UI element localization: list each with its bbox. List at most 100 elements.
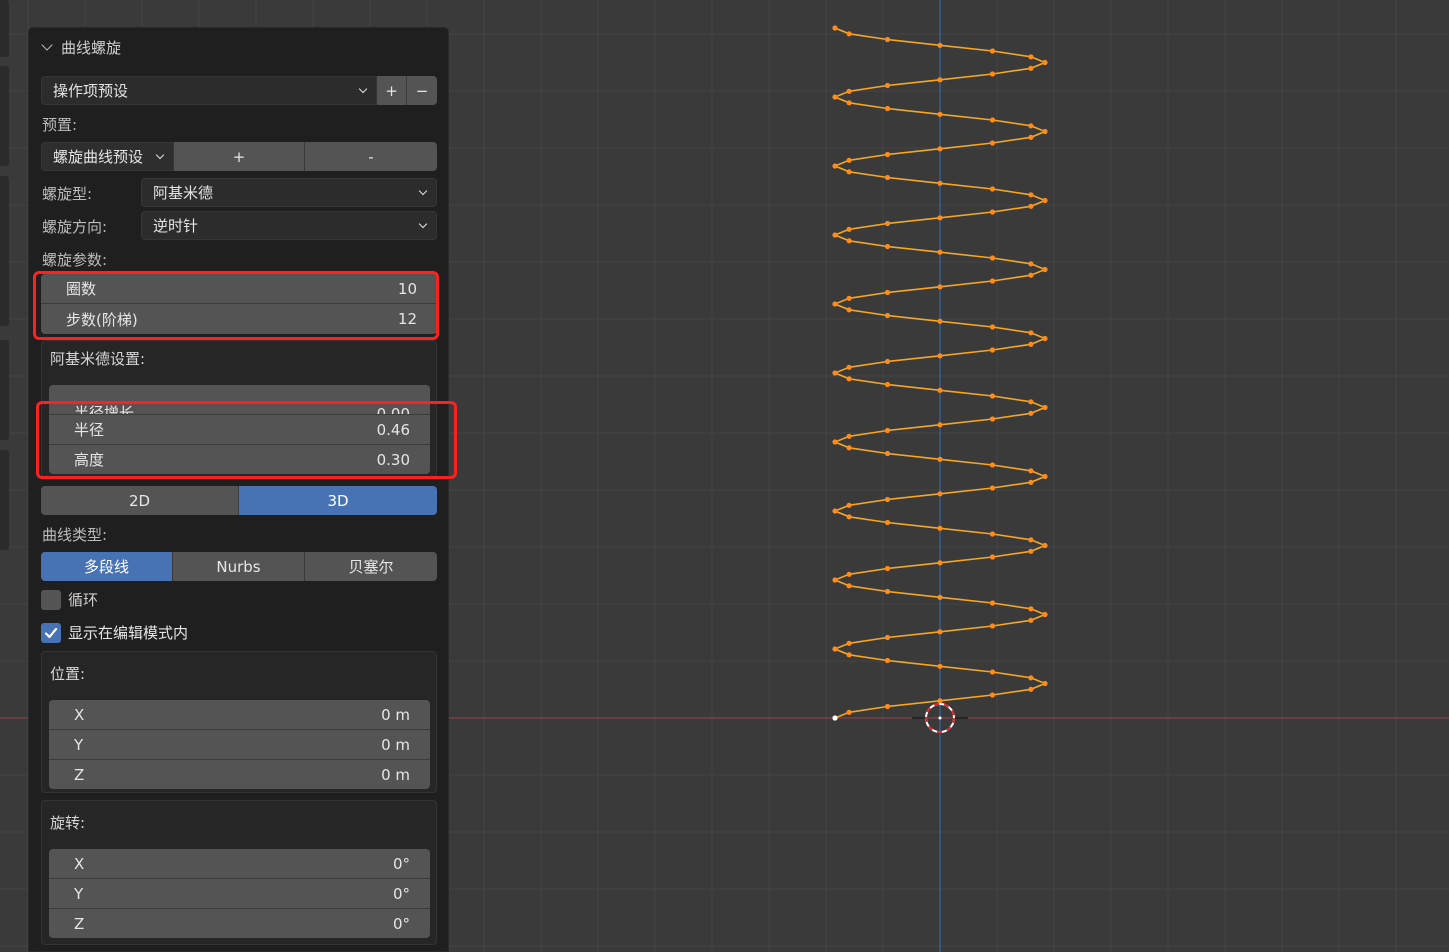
show-editmode-checkbox[interactable] bbox=[41, 622, 61, 643]
curve-vertex bbox=[846, 364, 852, 370]
location-x-field[interactable]: X 0 m bbox=[49, 700, 430, 730]
cyclic-checkbox[interactable] bbox=[41, 589, 61, 610]
curve-vertex bbox=[1042, 542, 1048, 549]
curve-vertex bbox=[884, 82, 891, 89]
curve-vertex bbox=[937, 698, 943, 704]
curve-type-nurbs-button[interactable]: Nurbs bbox=[173, 552, 305, 581]
curve-vertex bbox=[846, 502, 852, 508]
curve-vertex bbox=[989, 255, 996, 261]
toolbar-tab[interactable] bbox=[0, 450, 9, 550]
left-toolbar-edge bbox=[0, 0, 10, 952]
location-x-label: X bbox=[74, 705, 85, 724]
height-field[interactable]: 高度 0.30 bbox=[49, 445, 430, 474]
curve-vertex bbox=[884, 381, 891, 388]
radius-growth-value: 0.00 bbox=[376, 405, 410, 415]
rotation-y-field[interactable]: Y 0° bbox=[49, 879, 430, 909]
curve-vertex bbox=[989, 48, 996, 54]
location-z-field[interactable]: Z 0 m bbox=[49, 760, 430, 789]
curve-vertex bbox=[832, 439, 838, 445]
add-spiral-preset-button[interactable]: + bbox=[174, 142, 305, 171]
curve-vertex bbox=[1042, 59, 1048, 66]
curve-vertex bbox=[884, 151, 891, 158]
chevron-down-icon bbox=[155, 150, 165, 159]
curve-vertex bbox=[937, 491, 943, 497]
remove-spiral-preset-button[interactable]: - bbox=[305, 142, 437, 171]
curve-vertex bbox=[846, 709, 852, 715]
show-editmode-checkbox-row[interactable]: 显示在编辑模式内 bbox=[41, 622, 188, 643]
curve-vertex bbox=[846, 433, 852, 439]
spiral-type-value: 阿基米德 bbox=[153, 184, 214, 202]
curve-vertex bbox=[1028, 410, 1034, 416]
curve-vertex bbox=[937, 249, 943, 255]
rotation-z-field[interactable]: Z 0° bbox=[49, 909, 430, 938]
curve-vertex bbox=[1042, 266, 1048, 273]
location-z-value: 0 m bbox=[381, 765, 410, 784]
turns-field[interactable]: 圈数 10 bbox=[41, 274, 437, 304]
toggle-2d-button[interactable]: 2D bbox=[41, 486, 239, 515]
curve-vertex bbox=[989, 485, 996, 491]
spiral-type-dropdown[interactable]: 阿基米德 bbox=[141, 178, 437, 207]
curve-vertex bbox=[937, 180, 943, 186]
curve-vertex bbox=[846, 100, 852, 106]
toolbar-tab[interactable] bbox=[0, 66, 9, 166]
spiral-preset-dropdown[interactable]: 螺旋曲线预设 bbox=[41, 142, 174, 171]
toggle-3d-button[interactable]: 3D bbox=[239, 486, 437, 515]
preset-label: 预置: bbox=[42, 116, 78, 134]
chevron-down-icon[interactable] bbox=[41, 39, 53, 51]
curve-vertex bbox=[846, 640, 852, 646]
curve-vertex bbox=[884, 36, 891, 43]
curve-vertex bbox=[1042, 611, 1048, 618]
operator-presets-label: 操作项预设 bbox=[53, 82, 129, 100]
add-preset-button[interactable]: + bbox=[377, 76, 407, 105]
operator-presets-dropdown[interactable]: 操作项预设 bbox=[41, 76, 377, 105]
curve-vertex bbox=[884, 427, 891, 434]
curve-vertex bbox=[1028, 54, 1034, 60]
curve-vertex bbox=[1028, 341, 1034, 347]
toolbar-tab[interactable] bbox=[0, 0, 9, 57]
curve-vertex bbox=[846, 583, 852, 589]
curve-vertex bbox=[989, 324, 996, 330]
rotation-z-value: 0° bbox=[392, 914, 410, 933]
curve-type-poly-button[interactable]: 多段线 bbox=[41, 552, 173, 581]
rotation-y-value: 0° bbox=[392, 884, 410, 903]
remove-preset-button[interactable]: − bbox=[407, 76, 437, 105]
curve-vertex bbox=[846, 157, 852, 163]
curve-vertex bbox=[884, 634, 891, 641]
height-value: 0.30 bbox=[376, 450, 410, 469]
operator-redo-panel: 曲线螺旋 操作项预设 + − 预置: 螺旋曲线预设 + - 螺旋型: 阿基米德 … bbox=[28, 27, 457, 952]
curve-vertex bbox=[1028, 617, 1034, 623]
rotation-x-field[interactable]: X 0° bbox=[49, 849, 430, 879]
curve-vertex bbox=[989, 692, 996, 698]
radius-value: 0.46 bbox=[376, 420, 410, 439]
curve-vertex bbox=[937, 353, 943, 359]
curve-vertex bbox=[846, 88, 852, 94]
curve-vertex bbox=[937, 284, 943, 290]
curve-vertex bbox=[1028, 686, 1034, 692]
cyclic-checkbox-row[interactable]: 循环 bbox=[41, 589, 98, 610]
curve-type-bezier-button[interactable]: 贝塞尔 bbox=[305, 552, 437, 581]
radius-field[interactable]: 半径 0.46 bbox=[49, 415, 430, 445]
spiral-params-label: 螺旋参数: bbox=[42, 251, 108, 269]
spiral-direction-dropdown[interactable]: 逆时针 bbox=[141, 211, 437, 240]
curve-vertex bbox=[989, 209, 996, 215]
location-y-field[interactable]: Y 0 m bbox=[49, 730, 430, 760]
curve-vertex bbox=[989, 554, 996, 560]
curve-vertex bbox=[937, 111, 943, 117]
panel-header[interactable]: 曲线螺旋 bbox=[41, 36, 121, 58]
curve-vertex bbox=[1028, 330, 1034, 336]
curve-vertex bbox=[1042, 680, 1048, 687]
curve-vertex bbox=[1028, 192, 1034, 198]
curve-vertex bbox=[937, 318, 943, 324]
steps-field[interactable]: 步数(阶梯) 12 bbox=[41, 304, 437, 334]
toolbar-tab[interactable] bbox=[0, 340, 9, 440]
toolbar-tab[interactable] bbox=[0, 176, 9, 326]
location-z-label: Z bbox=[74, 765, 85, 784]
radius-growth-field[interactable]: 半径增长 0.00 bbox=[49, 385, 430, 415]
curve-vertex bbox=[989, 117, 996, 123]
curve-vertex bbox=[1028, 134, 1034, 140]
chevron-down-icon bbox=[418, 219, 428, 228]
curve-vertex bbox=[937, 663, 943, 669]
curve-vertex bbox=[989, 600, 996, 606]
curve-vertex bbox=[846, 226, 852, 232]
location-x-value: 0 m bbox=[381, 705, 410, 724]
